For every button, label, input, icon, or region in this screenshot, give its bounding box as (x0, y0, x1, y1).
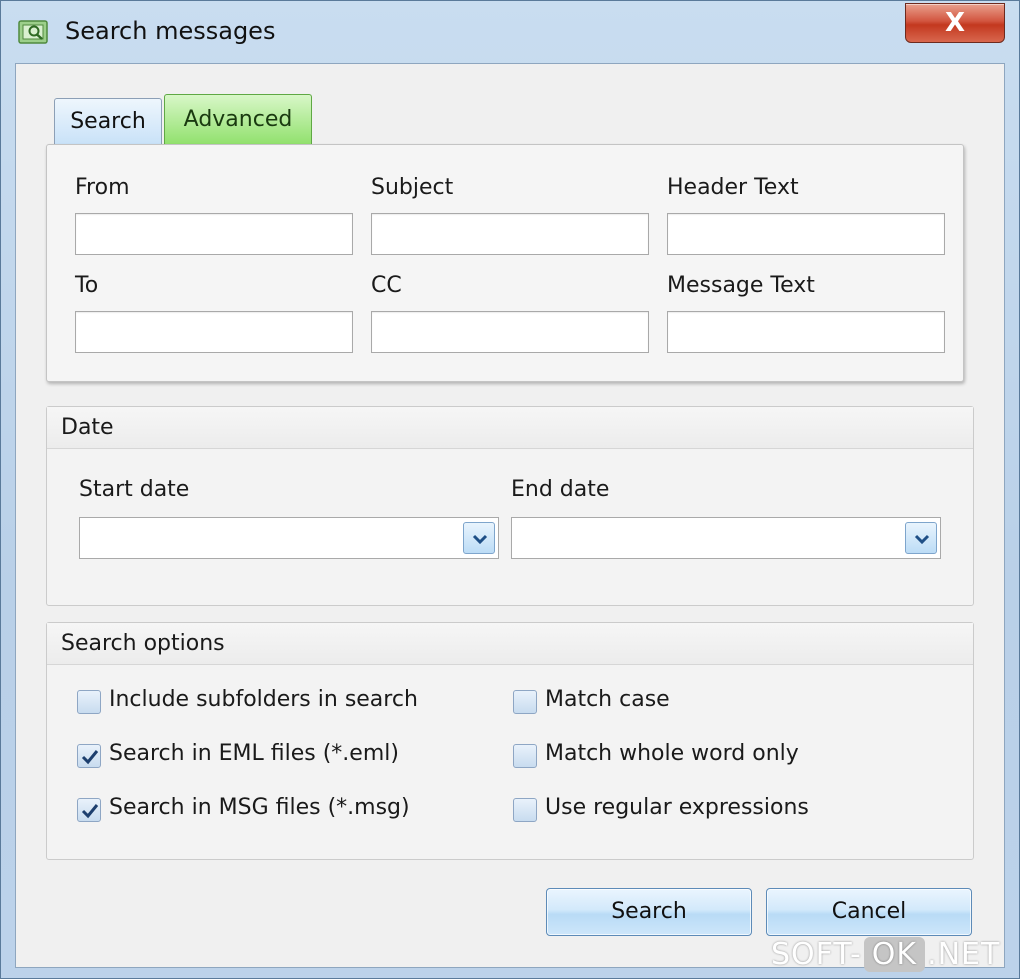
close-button[interactable]: X (905, 3, 1005, 43)
chevron-down-icon (472, 534, 488, 545)
tab-advanced[interactable]: Advanced (164, 94, 312, 146)
match-case-label: Match case (545, 687, 670, 712)
cancel-button[interactable]: Cancel (766, 888, 972, 936)
end-date-picker[interactable] (511, 517, 941, 559)
search-options-group: Search options Include subfolders in sea… (46, 622, 974, 860)
checkbox-unchecked[interactable] (513, 690, 537, 714)
checkbox-unchecked[interactable] (77, 690, 101, 714)
checkmark-icon (81, 750, 99, 765)
watermark-ok: OK (863, 937, 926, 972)
start-date-label: Start date (79, 477, 190, 502)
date-group-title: Date (47, 407, 973, 449)
end-date-dropdown-button[interactable] (905, 522, 937, 554)
search-eml-label: Search in EML files (*.eml) (109, 741, 399, 766)
search-options-title: Search options (47, 623, 973, 665)
checkbox-unchecked[interactable] (513, 798, 537, 822)
cc-field[interactable] (371, 311, 649, 353)
start-date-dropdown-button[interactable] (463, 522, 495, 554)
title-bar[interactable]: Search messages X (1, 1, 1019, 63)
window-title: Search messages (65, 17, 276, 45)
start-date-picker[interactable] (79, 517, 499, 559)
to-label: To (75, 273, 99, 298)
checkbox-checked[interactable] (77, 744, 101, 768)
checkbox-unchecked[interactable] (513, 744, 537, 768)
tab-search[interactable]: Search (54, 98, 162, 144)
search-messages-window: Search messages X Search Advanced From S… (0, 0, 1020, 979)
message-text-field[interactable] (667, 311, 945, 353)
checkmark-icon (81, 804, 99, 819)
search-msg-label: Search in MSG files (*.msg) (109, 795, 410, 820)
watermark: SOFT- OK .NET (771, 937, 1000, 977)
watermark-right: .NET (927, 937, 1001, 972)
message-text-label: Message Text (667, 273, 815, 298)
from-label: From (75, 175, 130, 200)
date-group: Date Start date End date (46, 406, 974, 606)
advanced-tab-panel: From Subject Header Text To CC Message T… (46, 144, 964, 382)
regex-label: Use regular expressions (545, 795, 809, 820)
header-text-label: Header Text (667, 175, 799, 200)
search-button[interactable]: Search (546, 888, 752, 936)
to-field[interactable] (75, 311, 353, 353)
match-whole-word-label: Match whole word only (545, 741, 799, 766)
watermark-left: SOFT- (771, 937, 862, 972)
header-text-field[interactable] (667, 213, 945, 255)
chevron-down-icon (914, 534, 930, 545)
folder-search-icon (18, 20, 48, 44)
include-subfolders-label: Include subfolders in search (109, 687, 418, 712)
subject-field[interactable] (371, 213, 649, 255)
dialog-client-area: Search Advanced From Subject Header Text… (15, 63, 1005, 968)
cc-label: CC (371, 273, 402, 298)
end-date-label: End date (511, 477, 610, 502)
subject-label: Subject (371, 175, 454, 200)
from-field[interactable] (75, 213, 353, 255)
checkbox-checked[interactable] (77, 798, 101, 822)
